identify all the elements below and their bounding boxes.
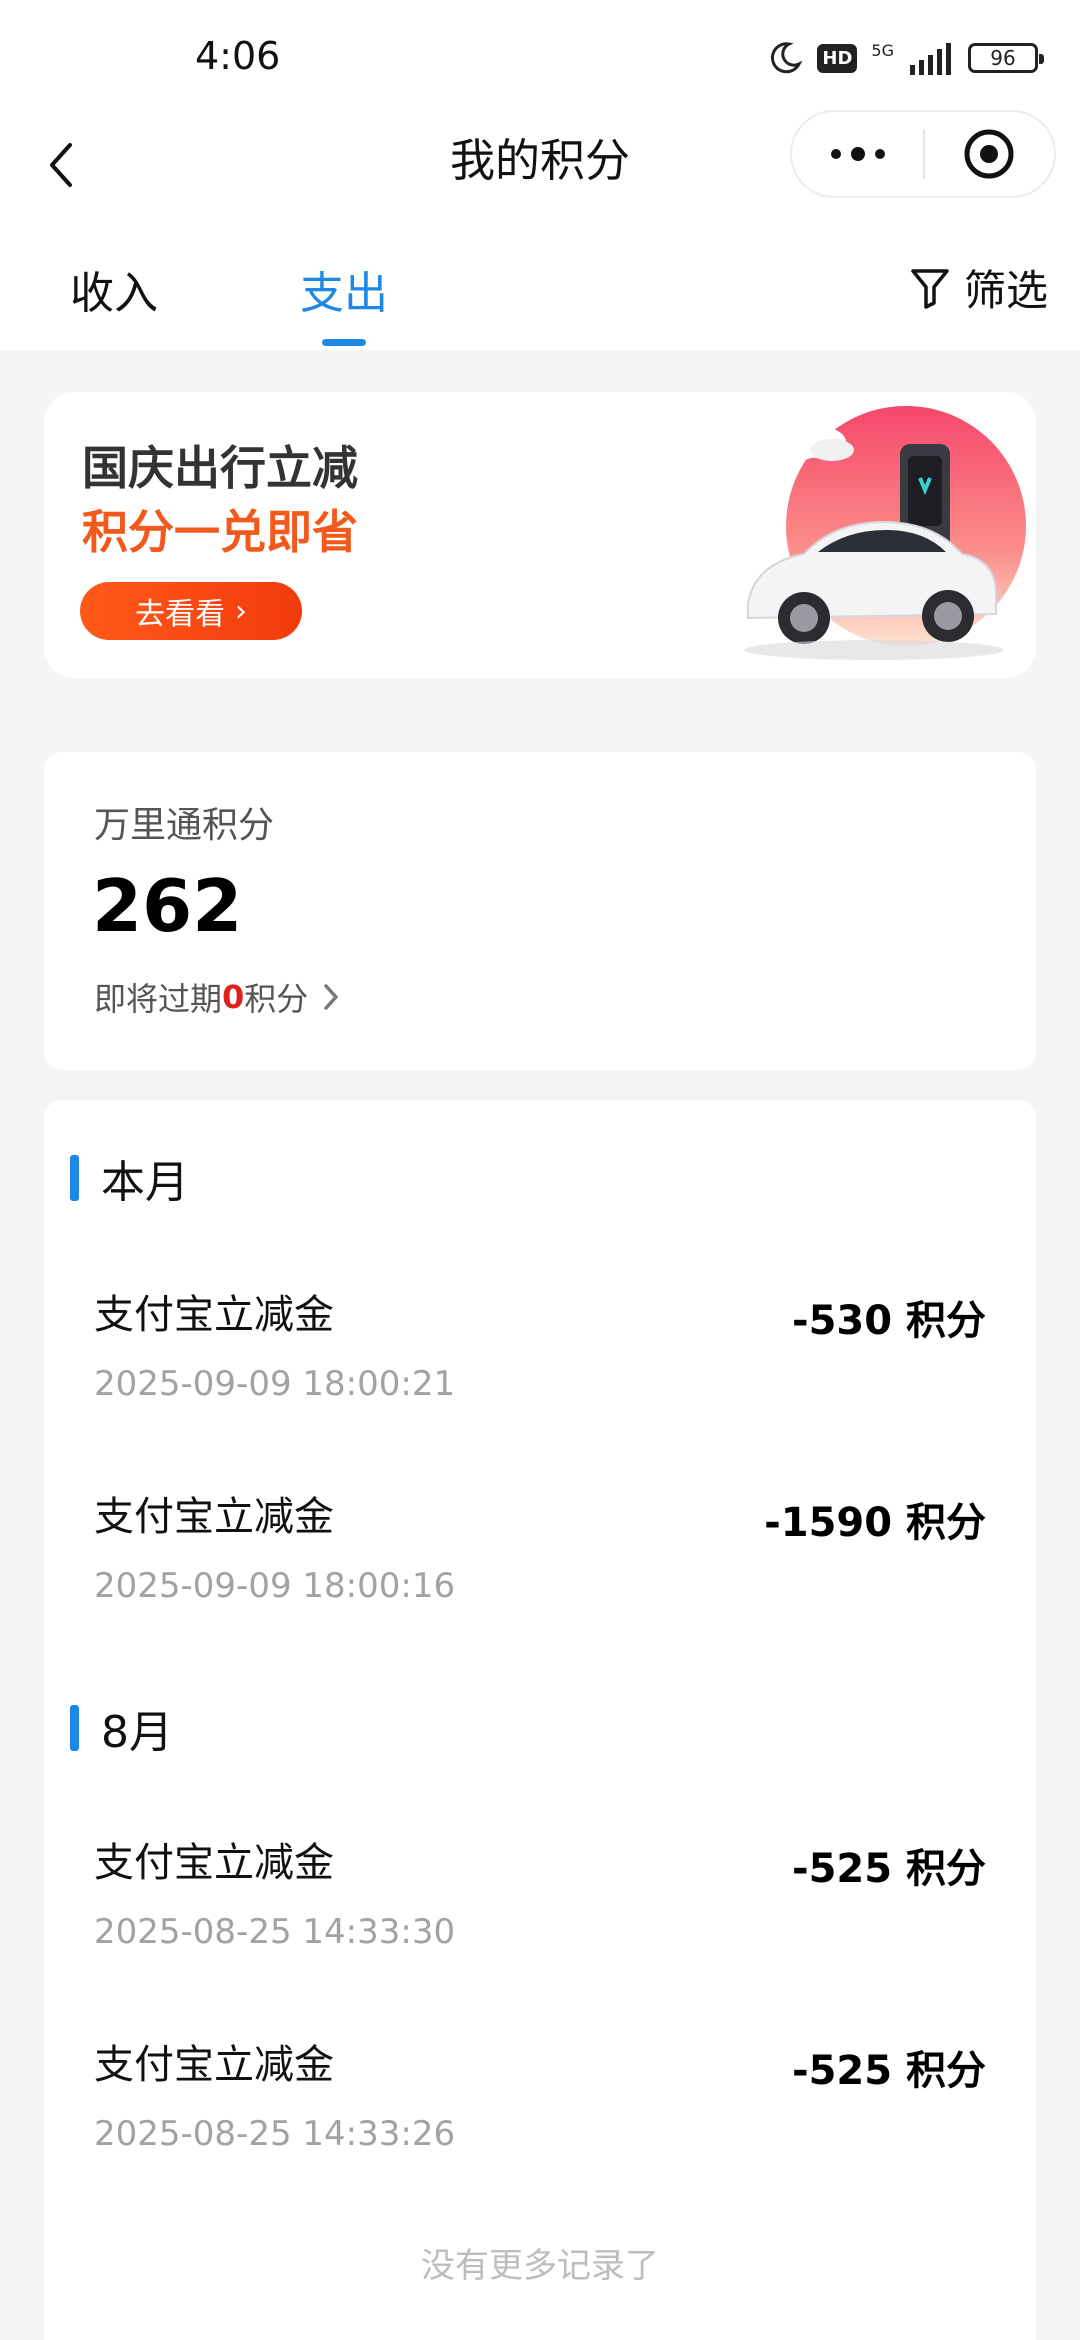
promo-view-button[interactable]: 去看看 › — [80, 582, 302, 640]
status-icons: HD 5G 96 — [767, 38, 1044, 78]
record-time: 2025-08-25 14:33:30 — [94, 1912, 456, 1952]
record-name: 支付宝立减金 — [94, 1292, 334, 1338]
miniapp-capsule — [790, 110, 1056, 198]
no-more-records-text: 没有更多记录了 — [421, 2246, 659, 2286]
record-name: 支付宝立减金 — [94, 2042, 334, 2088]
points-balance: 262 — [92, 864, 243, 948]
expire-suffix: 积分 — [244, 980, 309, 1018]
record-name: 支付宝立减金 — [94, 1494, 334, 1540]
signal-icon — [910, 43, 951, 75]
battery-indicator: 96 — [968, 43, 1044, 73]
record-time: 2025-09-09 18:00:21 — [94, 1364, 456, 1404]
filter-button[interactable]: 筛选 — [910, 257, 1048, 318]
promo-banner[interactable]: 国庆出行立减 积分一兑即省 去看看 › — [44, 392, 1036, 678]
section-accent-bar — [70, 1155, 79, 1201]
tab-expense[interactable]: 支出 — [300, 257, 388, 321]
filter-label: 筛选 — [963, 266, 1048, 315]
section-title: 8月 — [101, 1707, 173, 1758]
target-circle-icon — [964, 129, 1014, 179]
records-list: 本月 支付宝立减金 -530 积分 2025-09-09 18:00:21 支付… — [44, 1100, 1036, 2340]
section-header-august: 8月 — [70, 1696, 173, 1760]
expire-count: 0 — [222, 978, 245, 1016]
list-item[interactable]: 支付宝立减金 -525 积分 2025-08-25 14:33:26 — [44, 2032, 1036, 2202]
network-label: 5G — [871, 40, 894, 60]
section-title: 本月 — [101, 1157, 189, 1208]
list-item[interactable]: 支付宝立减金 -1590 积分 2025-09-09 18:00:16 — [44, 1484, 1036, 1654]
record-amount: -525 积分 — [791, 2048, 986, 2094]
promo-title: 国庆出行立减 — [82, 441, 358, 495]
moon-icon — [771, 42, 803, 74]
close-miniapp-button[interactable] — [925, 112, 1054, 196]
record-amount: -1590 积分 — [764, 1500, 986, 1546]
points-label: 万里通积分 — [94, 805, 275, 846]
list-item[interactable]: 支付宝立减金 -525 积分 2025-08-25 14:33:30 — [44, 1830, 1036, 2000]
record-time: 2025-08-25 14:33:26 — [94, 2114, 456, 2154]
record-name: 支付宝立减金 — [94, 1840, 334, 1886]
tab-bar: 收入 支出 筛选 — [0, 235, 1080, 350]
expire-prefix: 即将过期 — [94, 980, 223, 1018]
hd-badge: HD — [817, 43, 858, 73]
more-button[interactable] — [792, 112, 923, 196]
promo-button-label: 去看看 — [135, 597, 225, 632]
record-amount: -525 积分 — [791, 1846, 986, 1892]
record-time: 2025-09-09 18:00:16 — [94, 1566, 456, 1606]
ev-charging-car-image — [744, 406, 1026, 660]
nav-bar: 我的积分 — [0, 110, 1080, 235]
status-time: 4:06 — [195, 34, 281, 78]
tab-income[interactable]: 收入 — [70, 257, 158, 321]
expiring-points-link[interactable]: 即将过期 0 积分 — [94, 974, 340, 1020]
list-item[interactable]: 支付宝立减金 -530 积分 2025-09-09 18:00:21 — [44, 1282, 1036, 1452]
points-card: 万里通积分 262 即将过期 0 积分 — [44, 752, 1036, 1070]
funnel-icon — [911, 268, 949, 309]
promo-subtitle: 积分一兑即省 — [82, 505, 358, 559]
tab-active-indicator — [322, 339, 366, 346]
status-bar: 4:06 HD 5G 96 — [0, 0, 1080, 110]
chevron-right-icon — [324, 984, 339, 1010]
chevron-right-icon: › — [235, 593, 247, 629]
section-accent-bar — [70, 1705, 79, 1751]
record-amount: -530 积分 — [791, 1298, 986, 1344]
more-dots-icon — [830, 147, 885, 161]
section-header-this-month: 本月 — [70, 1146, 189, 1210]
